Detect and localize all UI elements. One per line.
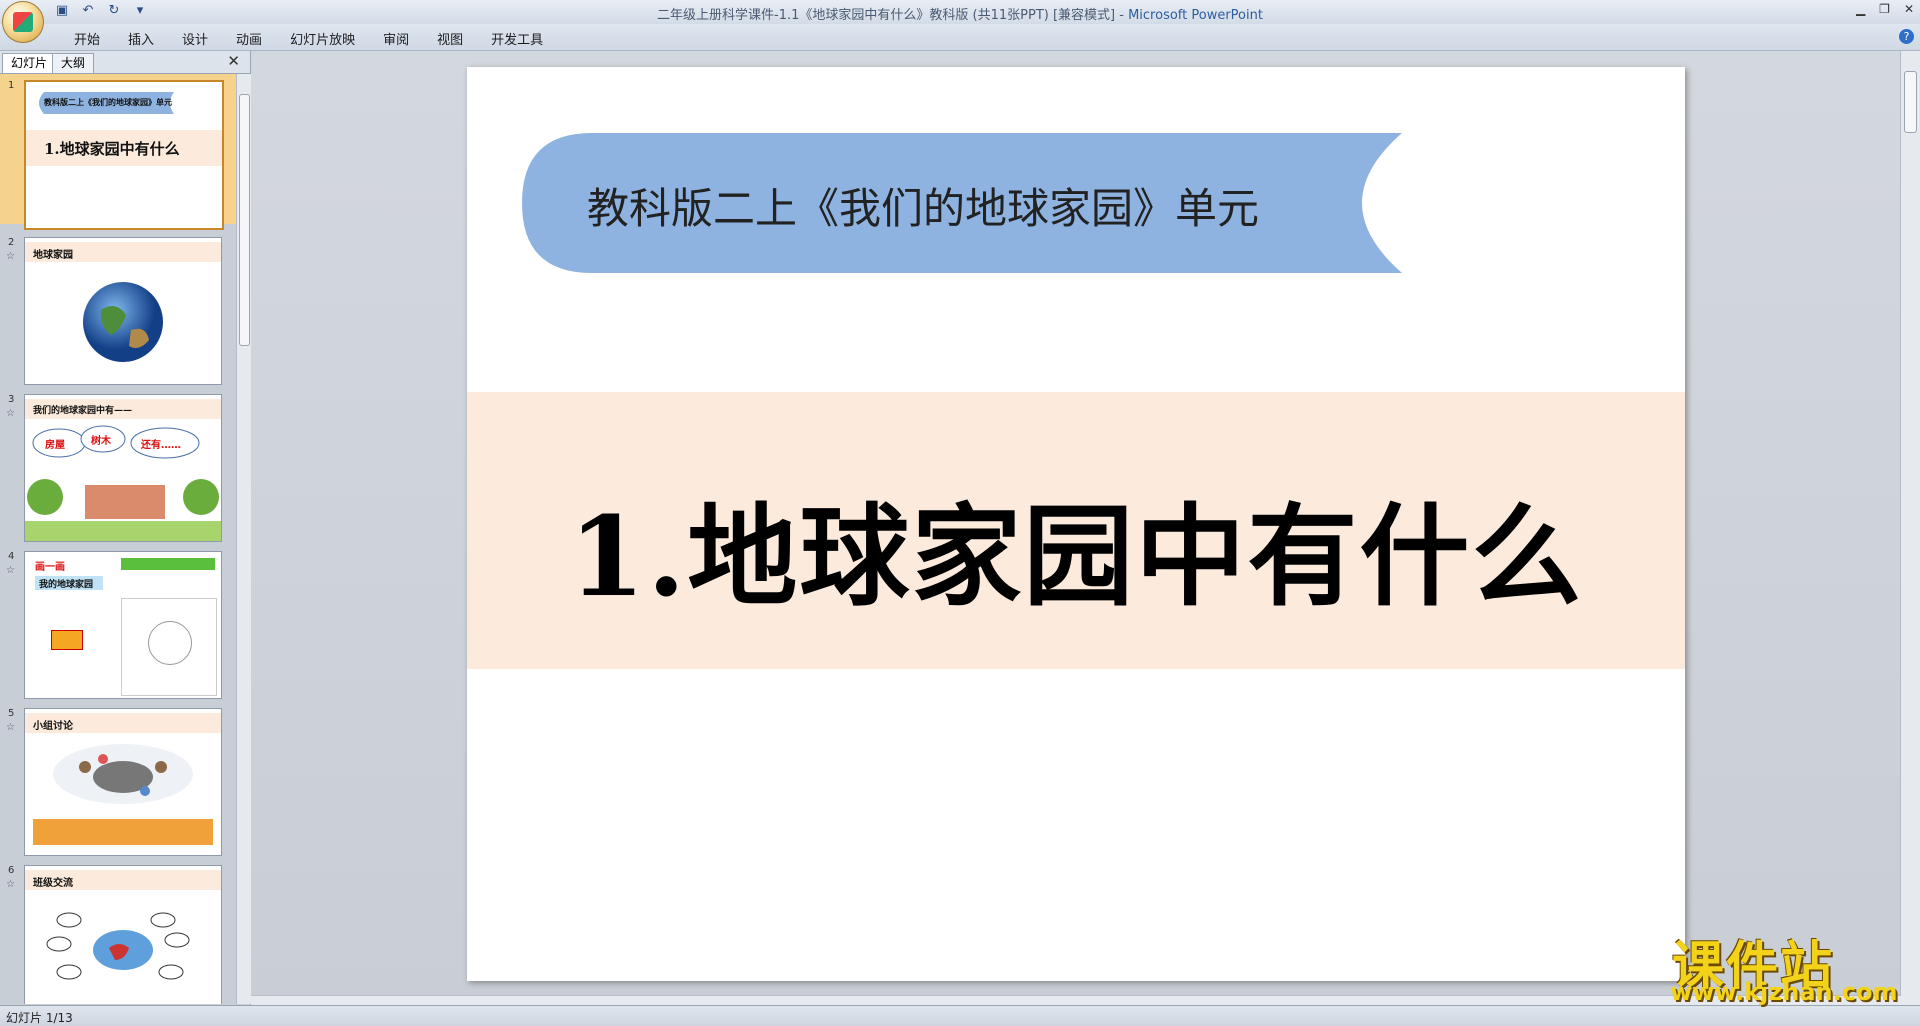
animation-star-icon: ☆ xyxy=(6,408,15,419)
thumbnail-number: 2 xyxy=(8,237,15,248)
thumbnail-row-3[interactable]: 3 ☆ 我们的地球家园中有—— 房屋 树木 还有…… xyxy=(0,388,236,542)
thumbnail-number: 6 xyxy=(8,865,15,876)
animation-star-icon: ☆ xyxy=(6,251,15,262)
thumb-title-text: 1.地球家园中有什么 xyxy=(44,140,180,158)
thumb-heading: 班级交流 xyxy=(33,878,73,889)
thumb-orange-box xyxy=(51,630,83,650)
ribbon-tab[interactable]: 动画 xyxy=(222,29,276,48)
thumbnail-number: 1 xyxy=(8,80,15,91)
close-icon[interactable]: ✕ xyxy=(1904,2,1914,16)
thumb-circle xyxy=(148,621,192,665)
watermark-logo: 课件站 www.kjzhan.com xyxy=(1668,924,1900,1006)
animation-star-icon: ☆ xyxy=(6,722,15,733)
thumbnail-number: 3 xyxy=(8,394,15,405)
ribbon-tab[interactable]: 幻灯片放映 xyxy=(276,29,369,48)
window-controls: ▁ ❐ ✕ xyxy=(1856,2,1914,16)
thumb-drawing-frame xyxy=(121,598,217,696)
main-vertical-scrollbar[interactable] xyxy=(1900,51,1920,1005)
thumb-mindmap-image xyxy=(46,912,190,980)
thumbnail-row-4[interactable]: 4 ☆ 画一画 我的地球家园 xyxy=(0,545,236,699)
thumbnail-row-1[interactable]: 1 教科版二上《我们的地球家园》单元 1.地球家园中有什么 xyxy=(0,74,236,230)
ribbon-tab[interactable]: 审阅 xyxy=(369,29,423,48)
slide-title[interactable]: 1.地球家园中有什么 xyxy=(467,467,1685,627)
thumb-heading: 地球家园 xyxy=(33,250,73,261)
office-logo-icon xyxy=(13,12,33,32)
office-button[interactable] xyxy=(2,1,44,43)
tab-slides[interactable]: 幻灯片 xyxy=(2,53,57,73)
thumb-green-bar xyxy=(121,558,215,570)
thumbnail-slide-1[interactable]: 教科版二上《我们的地球家园》单元 1.地球家园中有什么 xyxy=(24,80,224,230)
bubble-text-3: 还有…… xyxy=(141,440,181,451)
thumb-heading: 画一画 xyxy=(35,562,65,573)
window-title: 二年级上册科学课件-1.1《地球家园中有什么》教科版 (共11张PPT) [兼容… xyxy=(0,4,1920,23)
thumbnail-row-6[interactable]: 6 ☆ 班级交流 xyxy=(0,859,236,1004)
ribbon-tab[interactable]: 开发工具 xyxy=(477,29,557,48)
thumbnail-row-2[interactable]: 2 ☆ 地球家园 xyxy=(0,231,236,385)
slides-panel: 幻灯片 大纲 ✕ 1 教科版二上《我们的地球家园》单元 1.地球家园中有什么 2… xyxy=(0,51,251,1005)
ribbon-tabs: 开始 插入 设计 动画 幻灯片放映 审阅 视图 开发工具 xyxy=(60,29,557,48)
slide-thumbnail-list: 1 教科版二上《我们的地球家园》单元 1.地球家园中有什么 2 ☆ 地球家园 3… xyxy=(0,74,236,1004)
earth-globe-image xyxy=(83,282,163,362)
thumb-subheading: 我的地球家园 xyxy=(39,580,94,590)
restore-icon[interactable]: ❐ xyxy=(1879,2,1890,16)
thumbnail-number: 5 xyxy=(8,708,15,719)
animation-star-icon: ☆ xyxy=(6,879,15,890)
bubble-text-2: 树木 xyxy=(91,436,111,447)
animation-star-icon: ☆ xyxy=(6,565,15,576)
thumbnail-row-5[interactable]: 5 ☆ 小组讨论 xyxy=(0,702,236,856)
status-bar: 幻灯片 1/13 xyxy=(0,1005,1920,1026)
main-scroll-thumb[interactable] xyxy=(1904,71,1917,133)
thumbnail-number: 4 xyxy=(8,551,15,562)
thumbnail-scrollbar[interactable] xyxy=(236,74,251,1004)
ribbon-tab[interactable]: 开始 xyxy=(60,29,114,48)
help-icon[interactable]: ? xyxy=(1899,29,1914,44)
thumb-heading: 我们的地球家园中有—— xyxy=(33,406,133,416)
ribbon-tab[interactable]: 插入 xyxy=(114,29,168,48)
thumb-discussion-image xyxy=(53,744,193,804)
thumb-heading: 小组讨论 xyxy=(33,721,73,732)
panel-close-icon[interactable]: ✕ xyxy=(227,52,240,70)
minimize-icon[interactable]: ▁ xyxy=(1856,2,1865,16)
window-title-app: Microsoft PowerPoint xyxy=(1128,8,1263,23)
thumb-orange-note xyxy=(33,819,213,845)
ribbon-tab[interactable]: 视图 xyxy=(423,29,477,48)
ribbon-tab-bar: 开始 插入 设计 动画 幻灯片放映 审阅 视图 开发工具 ? xyxy=(0,24,1920,51)
window-title-doc: 二年级上册科学课件-1.1《地球家园中有什么》教科版 (共11张PPT) [兼容… xyxy=(657,8,1129,23)
thumbnail-slide-6[interactable]: 班级交流 xyxy=(24,865,222,1004)
current-slide[interactable]: 教科版二上《我们的地球家园》单元 1.地球家园中有什么 xyxy=(467,67,1685,981)
slide-indicator: 幻灯片 1/13 xyxy=(6,1011,73,1025)
panel-tabs: 幻灯片 大纲 ✕ xyxy=(0,51,250,74)
title-bar: ▣ ↶ ↻ ▾ 二年级上册科学课件-1.1《地球家园中有什么》教科版 (共11张… xyxy=(0,0,1920,43)
banner-text[interactable]: 教科版二上《我们的地球家园》单元 xyxy=(587,175,1259,236)
thumbnail-scroll-thumb[interactable] xyxy=(239,94,250,346)
slide-editing-area: 教科版二上《我们的地球家园》单元 1.地球家园中有什么 xyxy=(251,51,1901,1005)
bubble-text-1: 房屋 xyxy=(45,440,65,451)
thumb-banner-text: 教科版二上《我们的地球家园》单元 xyxy=(44,98,172,107)
thumbnail-slide-4[interactable]: 画一画 我的地球家园 xyxy=(24,551,222,699)
thumbnail-slide-3[interactable]: 我们的地球家园中有—— 房屋 树木 还有…… xyxy=(24,394,222,542)
watermark-url: www.kjzhan.com xyxy=(1670,978,1898,1006)
thumbnail-slide-5[interactable]: 小组讨论 xyxy=(24,708,222,856)
ribbon-tab[interactable]: 设计 xyxy=(168,29,222,48)
thumbnail-slide-2[interactable]: 地球家园 xyxy=(24,237,222,385)
tab-outline[interactable]: 大纲 xyxy=(52,53,95,73)
